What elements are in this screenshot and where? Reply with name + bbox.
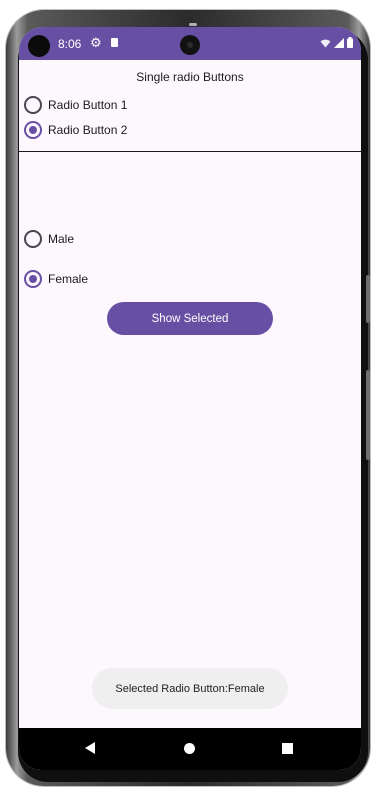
front-camera-cutout: [28, 35, 50, 57]
status-time: 8:06: [58, 37, 82, 51]
wifi-icon: [320, 39, 331, 47]
gear-icon: ⚙: [90, 35, 102, 50]
recents-square-icon[interactable]: [282, 743, 293, 754]
speaker-slot: [189, 23, 197, 26]
show-selected-button[interactable]: Show Selected: [107, 302, 273, 335]
volume-button: [366, 370, 370, 460]
radio-indicator[interactable]: [24, 230, 42, 248]
radio-indicator-checked[interactable]: [24, 270, 42, 288]
radio-label: Female: [48, 272, 89, 286]
divider: [19, 151, 361, 152]
sim-card-icon: [111, 38, 118, 47]
battery-icon: [347, 37, 353, 48]
power-button: [366, 275, 370, 323]
status-bar: 8:06 ⚙: [19, 27, 361, 60]
radio-label: Male: [48, 232, 75, 246]
radio-button-2[interactable]: Radio Button 2: [24, 121, 127, 139]
status-icons: [320, 37, 353, 48]
page-title: Single radio Buttons: [136, 70, 244, 84]
camera-icon: [180, 35, 200, 55]
radio-indicator[interactable]: [24, 96, 42, 114]
home-circle-icon[interactable]: [184, 743, 195, 754]
radio-male[interactable]: Male: [24, 230, 74, 248]
radio-button-1[interactable]: Radio Button 1: [24, 96, 127, 114]
radio-female[interactable]: Female: [24, 270, 88, 288]
navigation-bar: [19, 728, 361, 770]
toast-message: Selected Radio Button:Female: [92, 668, 288, 709]
app-screen: 8:06 ⚙ Single radio Buttons Radio Button…: [19, 27, 361, 770]
signal-icon: [334, 37, 344, 48]
radio-indicator-checked[interactable]: [24, 121, 42, 139]
back-triangle-icon[interactable]: [85, 742, 95, 754]
radio-label: Radio Button 1: [48, 98, 128, 112]
radio-label: Radio Button 2: [48, 123, 128, 137]
